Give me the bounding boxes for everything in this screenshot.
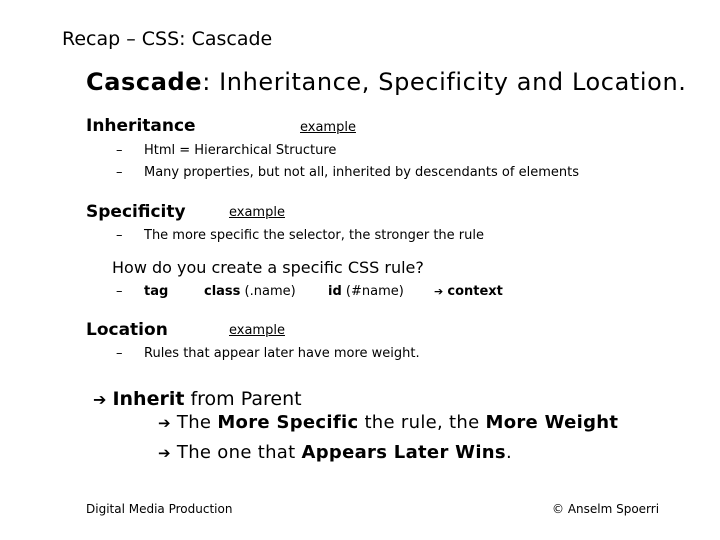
summary-text: from Parent bbox=[184, 388, 302, 410]
summary-inherit: ➔ Inherit from Parent bbox=[93, 388, 302, 410]
summary-text: . bbox=[505, 442, 512, 463]
dash-icon: – bbox=[116, 228, 123, 243]
bullet-text: Rules that appear later have more weight… bbox=[144, 346, 420, 361]
arrow-right-icon: ➔ bbox=[434, 285, 444, 298]
specificity-example-link[interactable]: example bbox=[229, 205, 285, 220]
inheritance-bullet: – Html = Hierarchical Structure bbox=[116, 143, 336, 158]
summary-specific: ➔ The More Specific the rule, the More W… bbox=[158, 412, 618, 433]
selector-context: ➔ context bbox=[434, 284, 503, 299]
selector-class-syntax: (.name) bbox=[240, 284, 296, 299]
bullet-text: Many properties, but not all, inherited … bbox=[144, 165, 579, 180]
footer-course: Digital Media Production bbox=[86, 502, 233, 516]
inheritance-example-link[interactable]: example bbox=[300, 120, 356, 135]
dash-icon: – bbox=[116, 284, 123, 299]
slide-title: Recap – CSS: Cascade bbox=[62, 28, 273, 50]
selector-id-label: id bbox=[328, 284, 342, 299]
footer-copyright: © Anselm Spoerri bbox=[552, 502, 660, 516]
summary-text: The one that bbox=[176, 442, 302, 463]
specificity-bullet: – The more specific the selector, the str… bbox=[116, 228, 484, 243]
specificity-heading: Specificity bbox=[86, 202, 186, 222]
selector-class-label: class bbox=[204, 284, 241, 299]
location-bullet: – Rules that appear later have more weigh… bbox=[116, 346, 420, 361]
heading-bold: Cascade bbox=[86, 68, 203, 96]
summary-bold: Inherit bbox=[112, 388, 185, 410]
arrow-right-icon: ➔ bbox=[93, 390, 107, 409]
arrow-right-icon: ➔ bbox=[158, 414, 171, 432]
dash-icon: – bbox=[116, 346, 123, 361]
selector-class: class (.name) bbox=[204, 284, 328, 299]
bullet-text: Html = Hierarchical Structure bbox=[144, 143, 337, 158]
selector-context-label: context bbox=[447, 284, 503, 299]
summary-bold: More Specific bbox=[217, 412, 359, 433]
selector-id: id (#name) bbox=[328, 284, 434, 299]
summary-bold: Appears Later Wins bbox=[301, 442, 506, 463]
arrow-right-icon: ➔ bbox=[158, 444, 171, 462]
dash-icon: – bbox=[116, 143, 123, 158]
dash-icon: – bbox=[116, 165, 123, 180]
location-heading: Location bbox=[86, 320, 168, 340]
summary-text: The bbox=[176, 412, 218, 433]
summary-later: ➔ The one that Appears Later Wins. bbox=[158, 442, 512, 463]
summary-bold: More Weight bbox=[485, 412, 619, 433]
inheritance-heading: Inheritance bbox=[86, 116, 196, 136]
selector-id-syntax: (#name) bbox=[341, 284, 404, 299]
specificity-question: How do you create a specific CSS rule? bbox=[112, 258, 424, 277]
summary-text: the rule, the bbox=[358, 412, 486, 433]
bullet-text: The more specific the selector, the stro… bbox=[144, 228, 484, 243]
selector-tag: tag bbox=[144, 284, 169, 299]
inheritance-bullet: – Many properties, but not all, inherited… bbox=[116, 165, 579, 180]
selector-types: – tag class (.name) id (#name) ➔ context bbox=[116, 284, 503, 299]
main-heading: Cascade: Inheritance, Specificity and Lo… bbox=[86, 68, 687, 96]
location-example-link[interactable]: example bbox=[229, 323, 285, 338]
heading-rest: : Inheritance, Specificity and Location. bbox=[202, 68, 687, 96]
